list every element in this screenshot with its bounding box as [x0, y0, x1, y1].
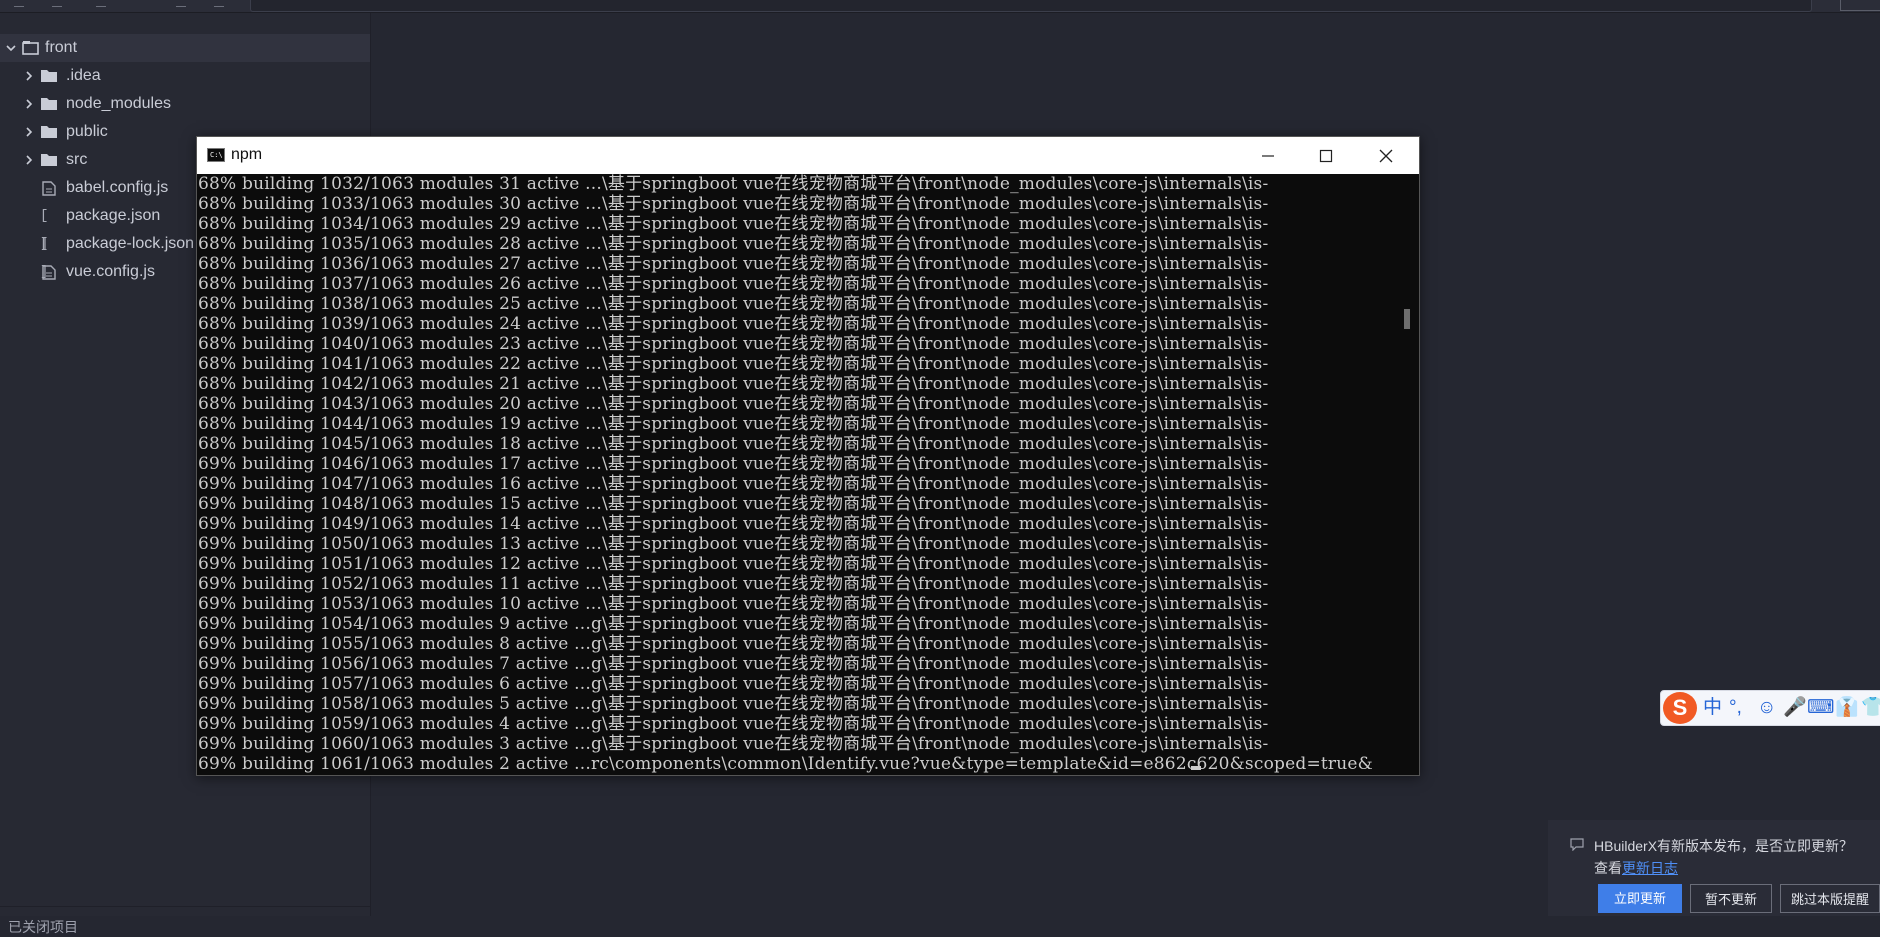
toolbar-icon[interactable]	[52, 0, 62, 7]
console-line: 68% building 1033/1063 modules 30 active…	[198, 194, 1269, 214]
chevron-right-icon[interactable]	[22, 62, 34, 90]
console-titlebar[interactable]: C:\ npm	[197, 137, 1419, 174]
folder-icon	[41, 118, 59, 146]
terminal-icon: C:\	[207, 148, 225, 162]
console-line: 68% building 1045/1063 modules 18 active…	[198, 434, 1269, 454]
console-line: 69% building 1052/1063 modules 11 active…	[198, 574, 1269, 594]
console-line: 69% building 1060/1063 modules 3 active …	[198, 734, 1269, 754]
ime-toolbox-icon[interactable]: 👔	[1835, 691, 1859, 725]
project-icon	[22, 34, 40, 62]
console-line: 69% building 1056/1063 modules 7 active …	[198, 654, 1269, 674]
skip-version-button[interactable]: 跳过本版提醒	[1780, 884, 1880, 913]
console-line: 68% building 1032/1063 modules 31 active…	[198, 174, 1269, 194]
tree-item-label: src	[66, 151, 88, 168]
ime-chinese-mode-icon[interactable]: 中	[1703, 691, 1722, 725]
file-icon	[42, 174, 60, 202]
ime-toolbar: S 中 °, ☺ 🎤 ⌨ 👔 👕	[1660, 690, 1880, 726]
tree-root-front[interactable]: front	[0, 34, 370, 62]
console-line: 69% building 1061/1063 modules 2 active …	[198, 754, 1373, 774]
update-notification: HBuilderX有新版本发布，是否立即更新？ 查看更新日志 立即更新 暂不更新…	[1548, 820, 1880, 916]
toolbar-icon[interactable]	[14, 0, 24, 7]
top-toolbar	[0, 0, 1880, 13]
tree-item-node-modules[interactable]: node_modules	[0, 90, 370, 118]
console-window: C:\ npm 68% building 1032/1063 modules 3…	[196, 136, 1420, 776]
toolbar-icon[interactable]	[96, 0, 106, 7]
chevron-down-icon[interactable]	[4, 34, 16, 62]
console-output[interactable]: 68% building 1032/1063 modules 31 active…	[197, 174, 1397, 775]
console-line: 68% building 1043/1063 modules 20 active…	[198, 394, 1269, 414]
console-line: 68% building 1038/1063 modules 25 active…	[198, 294, 1269, 314]
console-line: 69% building 1053/1063 modules 10 active…	[198, 594, 1269, 614]
chevron-right-icon[interactable]	[22, 146, 34, 174]
update-message-secondary: 查看更新日志	[1594, 858, 1678, 878]
ime-skin-icon[interactable]: 👕	[1861, 691, 1880, 725]
sidebar-divider	[0, 906, 370, 907]
tree-item-label: .idea	[66, 67, 101, 84]
console-line: 68% building 1040/1063 modules 23 active…	[198, 334, 1269, 354]
console-line: 68% building 1041/1063 modules 22 active…	[198, 354, 1269, 374]
tree-item-idea[interactable]: .idea	[0, 62, 370, 90]
console-line: 69% building 1058/1063 modules 5 active …	[198, 694, 1269, 714]
tree-item-label: node_modules	[66, 95, 171, 112]
console-line: 68% building 1036/1063 modules 27 active…	[198, 254, 1269, 274]
tree-item-label: public	[66, 123, 108, 140]
toolbar-search-input[interactable]	[250, 0, 1812, 12]
minimize-button[interactable]	[1239, 137, 1297, 174]
json-brackets-icon: [ ]	[40, 236, 49, 280]
sogou-logo-icon[interactable]: S	[1663, 692, 1697, 724]
console-line: 69% building 1055/1063 modules 8 active …	[198, 634, 1269, 654]
console-line: 69% building 1049/1063 modules 14 active…	[198, 514, 1269, 534]
chevron-right-icon[interactable]	[22, 118, 34, 146]
console-line: 68% building 1039/1063 modules 24 active…	[198, 314, 1269, 334]
message-icon	[1570, 838, 1584, 856]
console-line: 69% building 1046/1063 modules 17 active…	[198, 454, 1269, 474]
folder-icon	[41, 146, 59, 174]
toolbar-right-button[interactable]	[1840, 0, 1880, 11]
tree-item-label: babel.config.js	[66, 179, 169, 196]
ime-keyboard-icon[interactable]: ⌨	[1807, 691, 1834, 725]
maximize-button[interactable]	[1297, 137, 1355, 174]
console-line: 69% building 1047/1063 modules 16 active…	[198, 474, 1269, 494]
console-line: 69% building 1048/1063 modules 15 active…	[198, 494, 1269, 514]
ime-punctuation-icon[interactable]: °,	[1729, 691, 1742, 725]
maximize-icon	[1319, 149, 1333, 163]
console-line: 68% building 1044/1063 modules 19 active…	[198, 414, 1269, 434]
text-cursor	[1191, 766, 1201, 770]
close-icon	[1379, 149, 1393, 163]
console-line: 69% building 1054/1063 modules 9 active …	[198, 614, 1269, 634]
console-line: 68% building 1037/1063 modules 26 active…	[198, 274, 1269, 294]
tree-item-label: package-lock.json	[66, 235, 195, 252]
tree-item-label: vue.config.js	[66, 263, 155, 280]
tree-item-label: package.json	[66, 207, 161, 224]
folder-icon	[41, 62, 59, 90]
console-scrollbar[interactable]	[1397, 174, 1419, 775]
update-now-button[interactable]: 立即更新	[1598, 884, 1682, 913]
console-line: 69% building 1057/1063 modules 6 active …	[198, 674, 1269, 694]
ime-emoji-icon[interactable]: ☺	[1757, 691, 1776, 725]
console-line: 68% building 1042/1063 modules 21 active…	[198, 374, 1269, 394]
close-button[interactable]	[1357, 137, 1415, 174]
changelog-link[interactable]: 更新日志	[1622, 860, 1678, 876]
console-line: 69% building 1059/1063 modules 4 active …	[198, 714, 1269, 734]
console-line: 69% building 1051/1063 modules 12 active…	[198, 554, 1269, 574]
update-view-prefix: 查看	[1594, 860, 1622, 876]
json-brackets-icon: [ ]	[40, 208, 49, 252]
console-line: 69% building 1050/1063 modules 13 active…	[198, 534, 1269, 554]
console-title: npm	[231, 146, 263, 163]
tree-root-label: front	[45, 39, 78, 56]
file-icon	[42, 258, 60, 286]
folder-icon	[41, 90, 59, 118]
update-later-button[interactable]: 暂不更新	[1690, 884, 1772, 913]
ime-voice-icon[interactable]: 🎤	[1783, 691, 1807, 725]
chevron-right-icon[interactable]	[22, 90, 34, 118]
console-line: 68% building 1034/1063 modules 29 active…	[198, 214, 1269, 234]
toolbar-icon[interactable]	[176, 0, 186, 7]
toolbar-icon[interactable]	[214, 0, 224, 7]
scroll-thumb[interactable]	[1404, 309, 1410, 329]
minimize-icon	[1262, 155, 1274, 157]
closed-projects-label[interactable]: 已关闭项目	[8, 917, 78, 937]
update-message: HBuilderX有新版本发布，是否立即更新？	[1594, 838, 1854, 854]
console-line: 68% building 1035/1063 modules 28 active…	[198, 234, 1269, 254]
